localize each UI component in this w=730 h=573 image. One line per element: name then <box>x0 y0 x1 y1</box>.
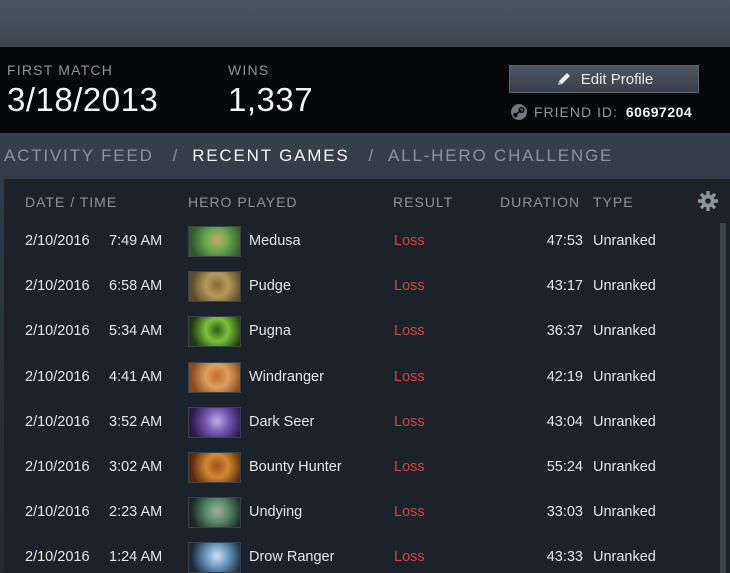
row-type: Unranked <box>593 458 656 475</box>
games-list: 2/10/2016 7:49 AM Medusa Loss 47:53 Unranked 2… <box>4 219 716 573</box>
row-result: Loss <box>394 278 425 295</box>
row-result: Loss <box>394 368 425 385</box>
friend-id-value: 60697204 <box>625 104 693 120</box>
friend-id-label: FRIEND ID: <box>534 104 618 120</box>
row-time: 7:49 AM <box>109 233 163 249</box>
first-match-stat: FIRST MATCH 3/18/2013 <box>7 62 158 119</box>
header-date-time[interactable]: DATE / TIME <box>25 194 117 210</box>
tab-all-hero-challenge[interactable]: ALL-HERO CHALLENGE <box>388 146 613 166</box>
row-duration: 47:53 <box>546 233 583 249</box>
steam-icon <box>510 103 528 121</box>
row-hero-name: Pugna <box>249 323 291 340</box>
row-hero-name: Bounty Hunter <box>249 458 342 475</box>
row-type: Unranked <box>593 323 656 340</box>
gear-icon[interactable] <box>697 190 719 212</box>
row-type: Unranked <box>593 368 656 385</box>
table-row[interactable]: 2/10/2016 5:34 AM Pugna Loss 36:37 Unranked <box>4 309 716 354</box>
scrollbar[interactable] <box>720 223 726 573</box>
tab-activity-feed[interactable]: ACTIVITY FEED <box>4 146 154 166</box>
row-duration: 36:37 <box>546 323 583 340</box>
row-time: 5:34 AM <box>109 323 163 340</box>
table-row[interactable]: 2/10/2016 1:24 AM Drow Ranger Loss 43:33 Unra… <box>4 535 716 573</box>
row-hero-name: Dark Seer <box>249 413 315 430</box>
row-result: Loss <box>394 233 425 249</box>
row-time: 3:02 AM <box>109 458 163 475</box>
row-result: Loss <box>394 549 425 566</box>
row-type: Unranked <box>593 549 656 566</box>
row-type: Unranked <box>593 413 656 430</box>
table-row[interactable]: 2/10/2016 3:02 AM Bounty Hunter Loss 55:24 Un… <box>4 445 716 490</box>
row-duration: 43:33 <box>546 549 583 566</box>
row-duration: 33:03 <box>546 504 583 521</box>
hero-portrait[interactable] <box>188 406 241 438</box>
hero-portrait[interactable] <box>188 542 241 573</box>
row-result: Loss <box>394 458 425 475</box>
row-hero-name: Medusa <box>249 233 301 249</box>
top-background <box>0 0 730 47</box>
row-date: 2/10/2016 <box>25 368 90 385</box>
profile-stats-bar: FIRST MATCH 3/18/2013 WINS 1,337 Edit Pr… <box>0 47 730 133</box>
row-date: 2/10/2016 <box>25 323 90 340</box>
hero-portrait[interactable] <box>188 316 241 348</box>
wins-value: 1,337 <box>228 81 314 118</box>
row-time: 4:41 AM <box>109 368 163 385</box>
table-row[interactable]: 2/10/2016 3:52 AM Dark Seer Loss 43:04 Unrank… <box>4 400 716 445</box>
edit-profile-button[interactable]: Edit Profile <box>509 65 699 93</box>
header-type[interactable]: TYPE <box>593 194 634 210</box>
row-date: 2/10/2016 <box>25 233 90 249</box>
row-duration: 43:04 <box>546 413 583 430</box>
tab-recent-games[interactable]: RECENT GAMES <box>192 146 349 166</box>
row-result: Loss <box>394 413 425 430</box>
header-duration[interactable]: DURATION <box>500 194 580 210</box>
hero-portrait[interactable] <box>188 271 241 303</box>
row-duration: 55:24 <box>546 458 583 475</box>
row-date: 2/10/2016 <box>25 278 90 295</box>
table-row[interactable]: 2/10/2016 6:58 AM Pudge Loss 43:17 Unranked <box>4 264 716 309</box>
hero-portrait[interactable] <box>188 226 241 257</box>
row-time: 6:58 AM <box>109 278 163 295</box>
scrollbar-thumb[interactable] <box>720 223 726 573</box>
header-hero-played[interactable]: HERO PLAYED <box>188 194 298 210</box>
row-type: Unranked <box>593 278 656 295</box>
hero-portrait[interactable] <box>188 451 241 483</box>
row-hero-name: Undying <box>249 504 303 521</box>
row-date: 2/10/2016 <box>25 549 90 566</box>
table-header: DATE / TIME HERO PLAYED RESULT DURATION … <box>4 179 730 223</box>
row-time: 2:23 AM <box>109 504 163 521</box>
edit-profile-label: Edit Profile <box>580 70 654 88</box>
recent-games-panel: DATE / TIME HERO PLAYED RESULT DURATION … <box>4 179 730 573</box>
hero-portrait[interactable] <box>188 497 241 529</box>
table-row[interactable]: 2/10/2016 7:49 AM Medusa Loss 47:53 Unranked <box>4 219 716 264</box>
row-type: Unranked <box>593 233 656 249</box>
hero-portrait[interactable] <box>188 361 241 393</box>
row-hero-name: Drow Ranger <box>249 549 335 566</box>
row-result: Loss <box>394 504 425 521</box>
row-hero-name: Pudge <box>249 278 291 295</box>
pencil-icon <box>555 70 573 88</box>
row-time: 1:24 AM <box>109 549 163 566</box>
profile-tabs: ACTIVITY FEED / RECENT GAMES / ALL-HERO … <box>0 133 730 179</box>
friend-id-row: FRIEND ID: 60697204 <box>510 103 692 121</box>
tab-separator: / <box>368 146 376 165</box>
first-match-value: 3/18/2013 <box>7 81 159 118</box>
tab-separator: / <box>172 146 180 165</box>
row-hero-name: Windranger <box>249 368 324 385</box>
header-result[interactable]: RESULT <box>393 194 453 210</box>
wins-label: WINS <box>228 62 270 78</box>
row-type: Unranked <box>593 504 656 521</box>
row-result: Loss <box>394 323 425 340</box>
table-row[interactable]: 2/10/2016 4:41 AM Windranger Loss 42:19 Unran… <box>4 355 716 400</box>
row-date: 2/10/2016 <box>25 458 90 475</box>
first-match-label: FIRST MATCH <box>7 62 114 78</box>
row-date: 2/10/2016 <box>25 413 90 430</box>
row-duration: 42:19 <box>546 368 583 385</box>
row-date: 2/10/2016 <box>25 504 90 521</box>
wins-stat: WINS 1,337 <box>228 62 313 119</box>
row-duration: 43:17 <box>546 278 583 295</box>
table-row[interactable]: 2/10/2016 2:23 AM Undying Loss 33:03 Unranked <box>4 490 716 535</box>
row-time: 3:52 AM <box>109 413 163 430</box>
